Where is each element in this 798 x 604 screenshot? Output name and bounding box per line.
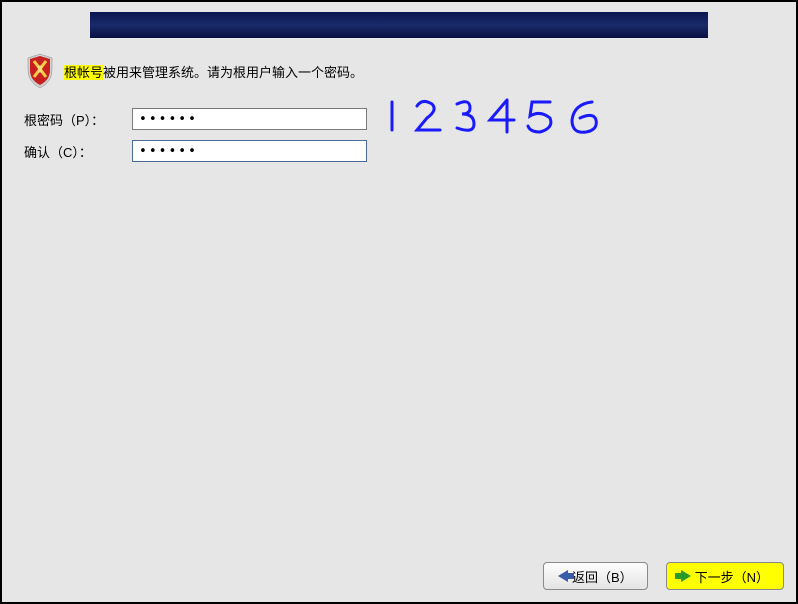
intro-rest: 被用来管理系统。请为根用户输入一个密码。: [103, 65, 363, 80]
intro-highlighted: 根帐号: [64, 65, 103, 80]
password-label: 根密码（P）：: [24, 110, 132, 129]
next-button[interactable]: 下一步（N）: [666, 562, 784, 590]
footer-buttons: 返回（B） 下一步（N）: [543, 562, 784, 590]
intro-row: 根帐号被用来管理系统。请为根用户输入一个密码。: [24, 52, 774, 90]
installer-window: 根帐号被用来管理系统。请为根用户输入一个密码。 根密码（P）： 确认（C）：: [2, 2, 796, 602]
confirm-row: 确认（C）：: [24, 140, 774, 162]
back-button-label: 返回（B）: [572, 567, 633, 586]
shield-icon: [24, 52, 56, 90]
intro-text: 根帐号被用来管理系统。请为根用户输入一个密码。: [64, 62, 363, 81]
handwriting-annotation: [382, 92, 642, 142]
arrow-right-icon: [681, 570, 691, 582]
arrow-left-icon: [558, 570, 568, 582]
titlebar: [90, 12, 708, 38]
confirm-input[interactable]: [132, 140, 367, 162]
back-button[interactable]: 返回（B）: [543, 562, 648, 590]
next-button-label: 下一步（N）: [695, 567, 769, 586]
confirm-label: 确认（C）：: [24, 142, 132, 161]
password-input[interactable]: [132, 108, 367, 130]
